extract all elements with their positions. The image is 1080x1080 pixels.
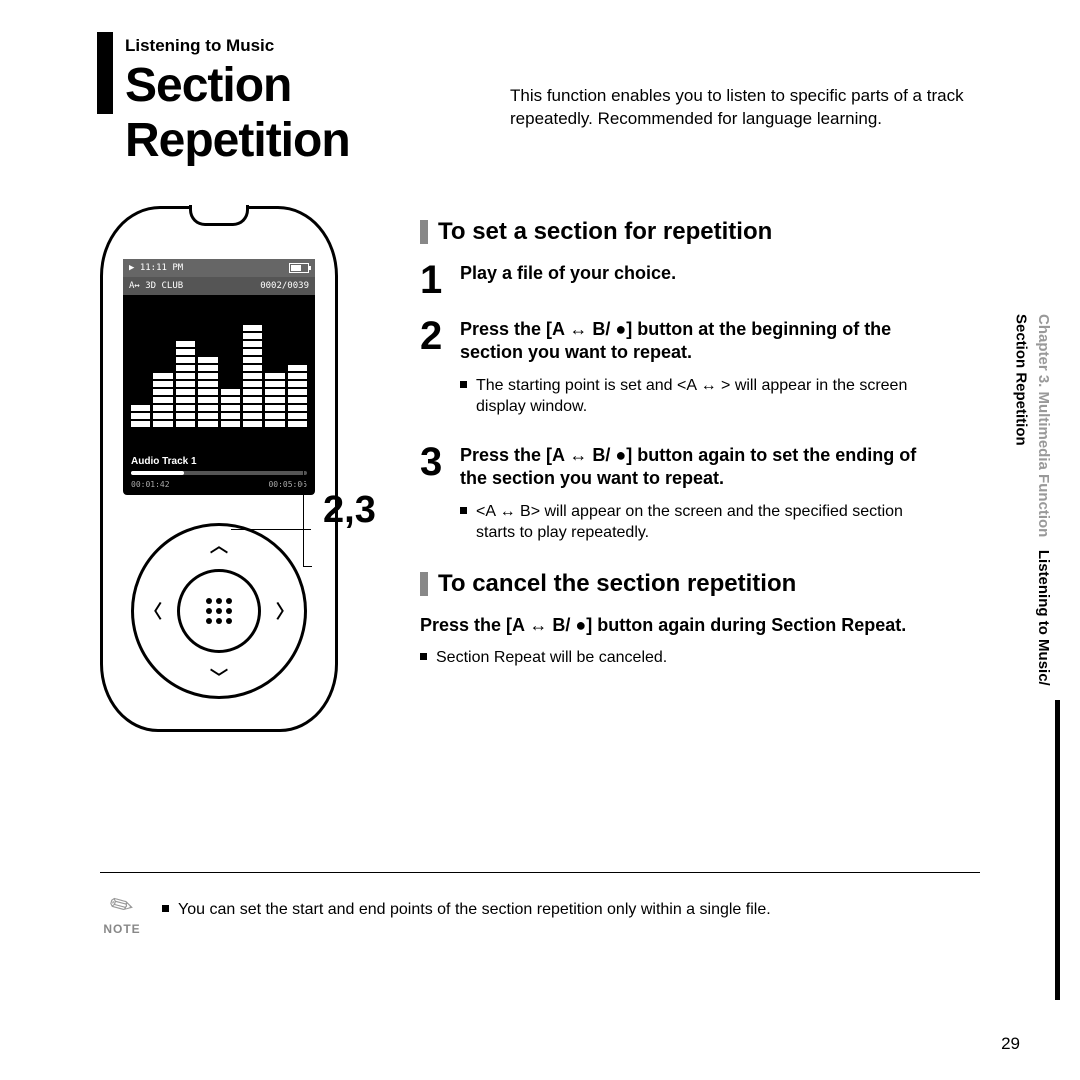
step-callout: 2,3 [323, 489, 391, 532]
chevron-up-icon: ︿ [210, 532, 228, 558]
section-heading-set: To set a section for repetition [420, 218, 928, 246]
step-2: 2 Press the [A ↔ B/ ●] button at the beg… [420, 318, 928, 424]
side-accent-bar [1055, 700, 1060, 1000]
chevron-left-icon: 〈 [144, 598, 162, 624]
step-3: 3 Press the [A ↔ B/ ●] button again to s… [420, 444, 928, 550]
battery-icon [289, 263, 309, 273]
cancel-step: Press the [A ↔ B/ ●] button again during… [420, 614, 928, 669]
equalizer-graphic [129, 307, 309, 427]
center-button [177, 569, 261, 653]
page-number: 29 [1001, 1034, 1020, 1054]
device-illustration: ▶ 11:11 PM A↔ 3D CLUB 0002/0039 [100, 206, 338, 732]
step-1: 1 Play a file of your choice. [420, 262, 928, 298]
section-heading-cancel: To cancel the section repetition [420, 570, 928, 598]
bullet: Section Repeat will be canceled. [420, 647, 928, 669]
device-screen: ▶ 11:11 PM A↔ 3D CLUB 0002/0039 [123, 259, 315, 495]
bullet: <A ↔ B> will appear on the screen and th… [460, 501, 928, 544]
chevron-down-icon: ﹀ [210, 664, 228, 690]
page-title: Section Repetition [125, 58, 492, 168]
chevron-right-icon: 〉 [276, 598, 294, 624]
grid-dots-icon [206, 598, 232, 624]
status-count: 0002/0039 [260, 281, 309, 291]
pencil-icon: ✎ [104, 885, 141, 925]
header-accent-bar [97, 32, 113, 114]
header: Listening to Music Section Repetition Th… [125, 36, 1030, 168]
total-time: 00:05:06 [268, 480, 307, 489]
status-time: ▶ 11:11 PM [129, 263, 183, 273]
progress-bar [131, 471, 307, 475]
page-description: This function enables you to listen to s… [510, 79, 1030, 131]
side-chapter-label: Chapter 3. Multimedia Function Listening… [1009, 314, 1054, 686]
nav-ring: ︿ ﹀ 〈 〉 [131, 523, 307, 699]
instructions: To set a section for repetition 1 Play a… [420, 206, 928, 732]
breadcrumb: Listening to Music [125, 36, 1030, 56]
elapsed-time: 00:01:42 [131, 480, 170, 489]
note-section: ✎ NOTE You can set the start and end poi… [100, 872, 980, 936]
track-label: Audio Track 1 [131, 456, 197, 467]
bullet: The starting point is set and <A ↔ > wil… [460, 375, 928, 418]
note-bullet: You can set the start and end points of … [162, 899, 980, 921]
status-mode: A↔ 3D CLUB [129, 281, 183, 291]
